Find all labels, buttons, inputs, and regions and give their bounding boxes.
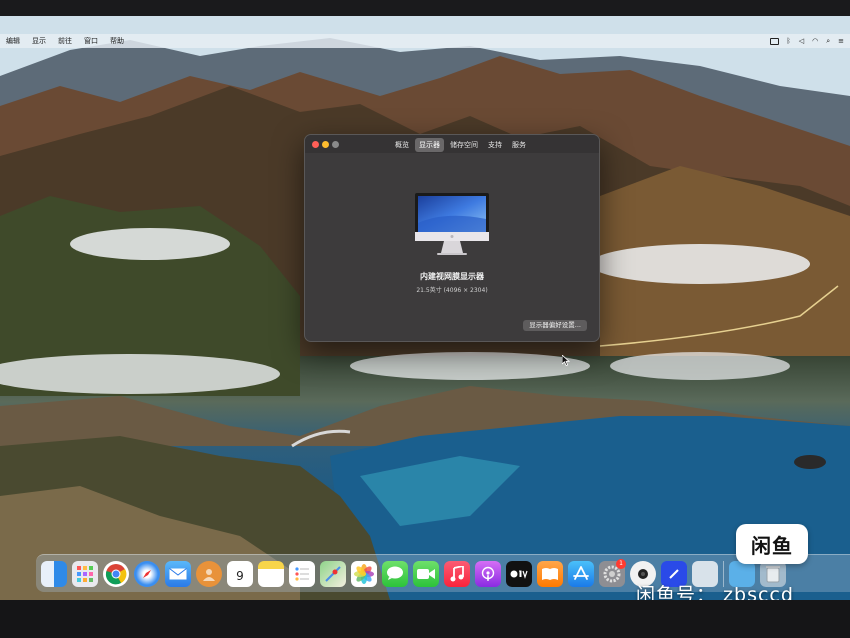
menu-go[interactable]: 前往 — [52, 36, 78, 46]
messages-icon[interactable] — [382, 560, 408, 587]
tab-overview[interactable]: 概览 — [391, 138, 413, 152]
menu-bar: 编辑 显示 前往 窗口 帮助 ᛒ ◁ ◠ ⌕ ≡ — [0, 34, 850, 48]
search-icon[interactable]: ⌕ — [826, 34, 830, 48]
display-name: 内建视网膜显示器 — [420, 272, 484, 281]
desktop-screen: 编辑 显示 前往 窗口 帮助 ᛒ ◁ ◠ ⌕ ≡ 概览 显示器 储存空间 支持 … — [0, 16, 850, 600]
app-store-icon[interactable] — [568, 560, 594, 587]
tab-bar: 概览 显示器 储存空间 支持 服务 — [391, 138, 530, 152]
calendar-icon[interactable]: 9 — [227, 560, 253, 587]
tab-service[interactable]: 服务 — [508, 138, 530, 152]
xianyu-watermark-logo: 闲鱼 — [736, 524, 808, 564]
photos-icon[interactable] — [351, 560, 377, 587]
battery-icon[interactable] — [769, 37, 779, 45]
minimize-button[interactable] — [322, 141, 329, 148]
about-this-mac-window: 概览 显示器 储存空间 支持 服务 内建视网膜显示器 21.5英寸 (4096 … — [304, 134, 600, 342]
tab-support[interactable]: 支持 — [484, 138, 506, 152]
mouse-cursor-icon — [562, 355, 570, 366]
notes-icon[interactable] — [258, 560, 284, 587]
contacts-icon[interactable] — [196, 560, 222, 587]
display-preferences-button[interactable]: 显示器偏好设置... — [523, 320, 587, 331]
update-badge: 1 — [616, 558, 626, 569]
books-icon[interactable] — [537, 560, 563, 587]
volume-icon[interactable]: ◁ — [799, 34, 804, 48]
menu-help[interactable]: 帮助 — [104, 36, 130, 46]
control-center-icon[interactable]: ≡ — [838, 34, 844, 48]
reminders-icon[interactable] — [289, 560, 315, 587]
monitor-bezel-bottom — [0, 600, 850, 638]
system-preferences-icon[interactable]: 1 — [599, 558, 626, 587]
tab-storage[interactable]: 储存空间 — [446, 138, 482, 152]
tab-displays[interactable]: 显示器 — [415, 138, 444, 152]
display-resolution: 21.5英寸 (4096 × 2304) — [416, 287, 488, 294]
zoom-button[interactable] — [332, 141, 339, 148]
window-titlebar[interactable]: 概览 显示器 储存空间 支持 服务 — [305, 135, 599, 153]
podcasts-icon[interactable] — [475, 560, 501, 587]
apple-tv-icon[interactable] — [506, 560, 532, 587]
safari-icon[interactable] — [134, 560, 160, 587]
calendar-day: 9 — [236, 568, 244, 583]
menu-bar-tray: ᛒ ◁ ◠ ⌕ ≡ — [769, 34, 844, 48]
facetime-icon[interactable] — [413, 560, 439, 587]
bluetooth-icon[interactable]: ᛒ — [787, 34, 791, 48]
launchpad-icon[interactable] — [72, 560, 98, 587]
menu-edit[interactable]: 编辑 — [0, 36, 26, 46]
menu-view[interactable]: 显示 — [26, 36, 52, 46]
music-icon[interactable] — [444, 560, 470, 587]
close-button[interactable] — [312, 141, 319, 148]
wifi-icon[interactable]: ◠ — [812, 34, 818, 48]
mail-icon[interactable] — [165, 560, 191, 587]
imac-display-icon — [415, 193, 489, 255]
menu-window[interactable]: 窗口 — [78, 36, 104, 46]
chrome-icon[interactable] — [103, 560, 129, 587]
maps-icon[interactable] — [320, 560, 346, 587]
finder-icon[interactable] — [41, 560, 67, 587]
